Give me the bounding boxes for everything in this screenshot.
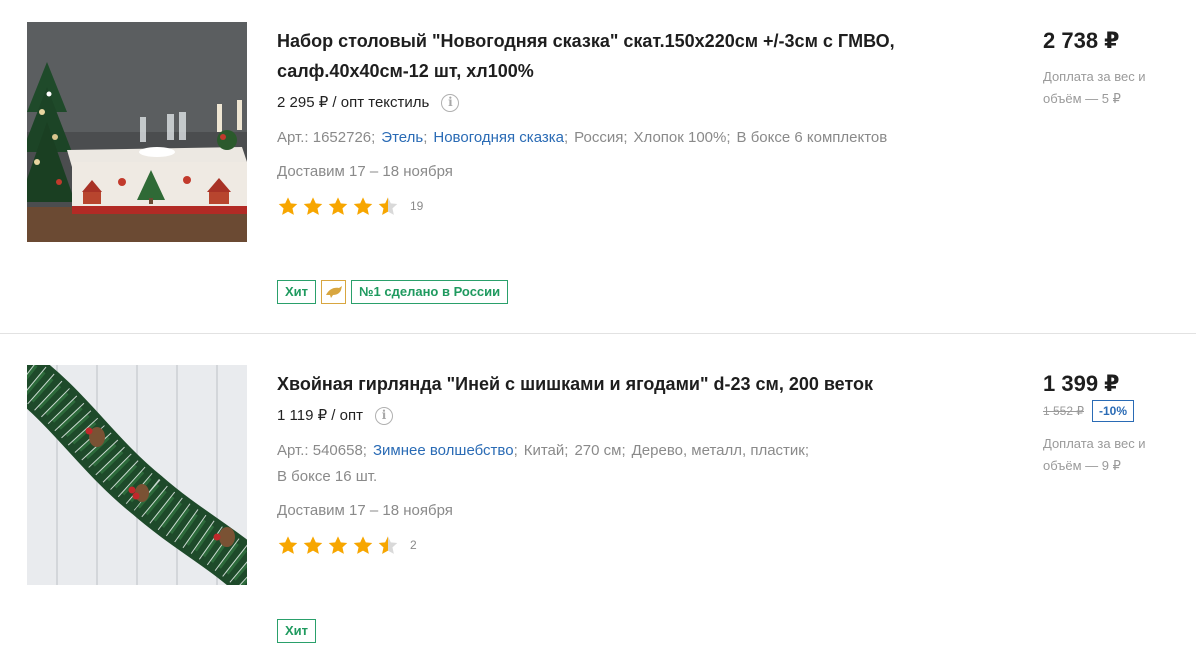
product-properties: Арт.: 540658; Зимнее волшебство; Китай; 270… — [277, 438, 957, 490]
star-half-icon — [378, 535, 398, 554]
star-full-icon — [278, 535, 298, 554]
badges: Хит №1 сделано в России — [277, 280, 509, 304]
old-price-row: 1 552 ₽ -10% — [1043, 399, 1193, 423]
made-in-russia-badge: №1 сделано в России — [351, 280, 509, 304]
surcharge-note: Доплата за вес и объём — 9 ₽ — [1043, 436, 1146, 473]
discount-badge: -10% — [1092, 400, 1135, 422]
product-card: Хвойная гирлянда "Иней с шишками и ягода… — [0, 335, 1196, 660]
product-title[interactable]: Хвойная гирлянда "Иней с шишками и ягода… — [277, 369, 927, 399]
brand-link[interactable]: Этель — [381, 129, 423, 146]
separator: ; — [513, 442, 518, 459]
box-quantity: В боксе 6 комплектов — [736, 129, 888, 146]
collection-link[interactable]: Зимнее волшебство — [373, 442, 514, 459]
delivery-date: Доставим 17 – 18 ноября — [277, 502, 453, 519]
article-number: Арт.: 1652726; — [277, 129, 376, 146]
tablecloth-photo-icon — [27, 22, 247, 242]
price-box: 2 738 ₽ Доплата за вес и объём — 5 ₽ — [1043, 28, 1193, 110]
box-quantity: В боксе 16 шт. — [277, 468, 378, 485]
product-image[interactable] — [27, 365, 247, 585]
product-info: Хвойная гирлянда "Иней с шишками и ягода… — [277, 369, 977, 556]
star-full-icon — [353, 196, 373, 215]
star-full-icon — [303, 196, 323, 215]
old-price: 1 552 ₽ — [1043, 404, 1084, 418]
info-icon[interactable]: i — [374, 407, 393, 425]
star-full-icon — [353, 535, 373, 554]
badges: Хит — [277, 619, 317, 643]
length: 270 см; — [574, 442, 626, 459]
product-properties: Арт.: 1652726; Этель; Новогодняя сказка; Ро… — [277, 125, 957, 151]
separator: ; — [423, 129, 428, 146]
price: 1 399 ₽ — [1043, 371, 1120, 396]
price: 2 738 ₽ — [1043, 28, 1120, 53]
reviews-count[interactable]: 2 — [410, 538, 417, 552]
country: Китай; — [523, 442, 569, 459]
wholesale-price: 2 295 ₽ / опт текстиль i — [277, 93, 977, 113]
country: Россия; — [574, 129, 628, 146]
reviews-count[interactable]: 19 — [410, 199, 423, 213]
collection-link[interactable]: Новогодняя сказка — [433, 129, 564, 146]
star-full-icon — [303, 535, 323, 554]
product-title[interactable]: Набор столовый "Новогодняя сказка" скат.… — [277, 26, 927, 86]
star-full-icon — [328, 196, 348, 215]
hit-badge: Хит — [277, 619, 317, 643]
delivery-date: Доставим 17 – 18 ноября — [277, 163, 453, 180]
material: Дерево, металл, пластик; — [631, 442, 810, 459]
star-full-icon — [328, 535, 348, 554]
price-box: 1 399 ₽ 1 552 ₽ -10% Доплата за вес и об… — [1043, 371, 1193, 477]
wholesale-price: 1 119 ₽ / опт i — [277, 406, 977, 426]
rating[interactable]: 19 — [277, 195, 977, 217]
hit-badge: Хит — [277, 280, 317, 304]
surcharge-note: Доплата за вес и объём — 5 ₽ — [1043, 69, 1146, 106]
product-card: Набор столовый "Новогодняя сказка" скат.… — [0, 0, 1196, 334]
rating[interactable]: 2 — [277, 534, 977, 556]
product-info: Набор столовый "Новогодняя сказка" скат.… — [277, 26, 977, 217]
star-half-icon — [378, 196, 398, 215]
dolphin-icon — [321, 280, 347, 304]
info-icon[interactable]: i — [441, 94, 460, 112]
article-number: Арт.: 540658; — [277, 442, 367, 459]
garland-photo-icon — [27, 365, 247, 585]
wholesale-price-text: 2 295 ₽ / опт текстиль — [277, 94, 430, 111]
star-full-icon — [278, 196, 298, 215]
product-image[interactable] — [27, 22, 247, 242]
wholesale-price-text: 1 119 ₽ / опт — [277, 407, 363, 424]
separator: ; — [563, 129, 569, 146]
material: Хлопок 100%; — [633, 129, 731, 146]
